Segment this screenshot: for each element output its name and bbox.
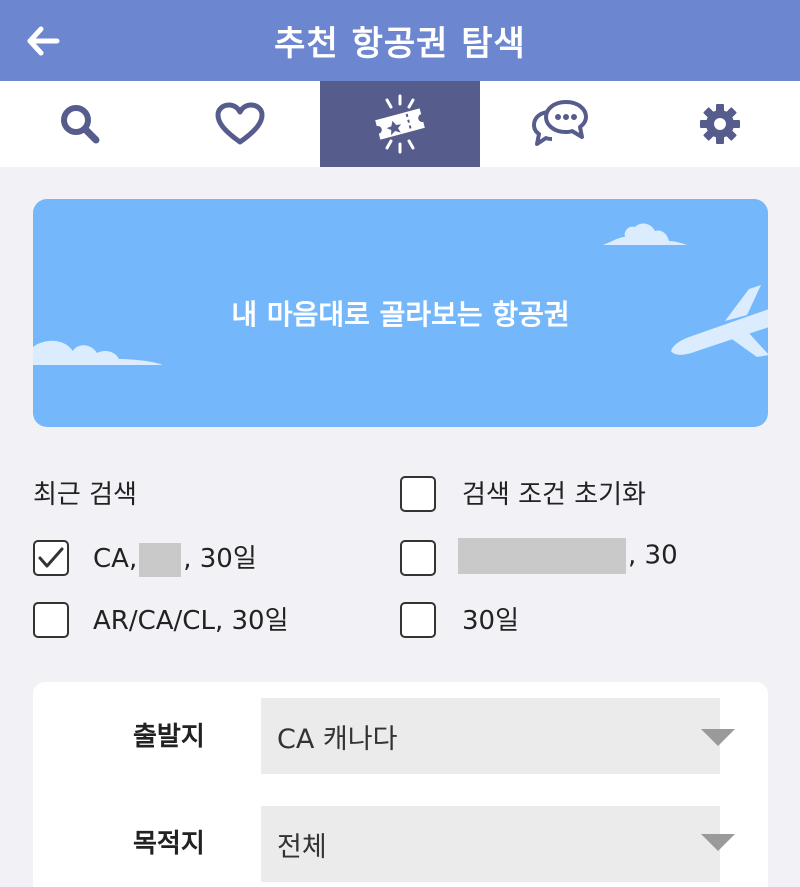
- search-icon: [61, 105, 100, 144]
- checkmark-icon: [38, 547, 64, 568]
- departure-value: CA 캐나다: [277, 723, 398, 755]
- recent-item-4-label[interactable]: 30일: [462, 600, 519, 637]
- destination-value: 전체: [277, 831, 327, 863]
- tab-favorites[interactable]: [160, 81, 320, 167]
- chevron-down-icon[interactable]: [701, 729, 735, 746]
- recent-item-1-prefix: CA,: [93, 544, 138, 574]
- tab-settings[interactable]: [640, 81, 800, 167]
- recent-search-title: 최근 검색: [33, 480, 137, 510]
- heart-icon: [215, 102, 265, 145]
- arrow-left-icon: [27, 26, 60, 56]
- departure-select[interactable]: CA 캐나다: [261, 698, 720, 774]
- destination-label: 목적지: [133, 829, 205, 859]
- tab-bar: [0, 81, 800, 167]
- recent-item-3-label[interactable]: AR/CA/CL, 30일: [93, 600, 289, 637]
- redacted-block: [139, 542, 182, 577]
- reset-conditions-label[interactable]: 검색 조건 초기화: [462, 474, 646, 511]
- recent-item-1-suffix: , 30일: [183, 544, 257, 574]
- recent-item-2-checkbox[interactable]: [400, 540, 436, 576]
- destination-select[interactable]: 전체: [261, 806, 720, 882]
- reset-conditions-checkbox[interactable]: [400, 476, 436, 512]
- recent-item-4-checkbox[interactable]: [400, 602, 436, 638]
- departure-label: 출발지: [133, 722, 205, 752]
- recent-item-3-checkbox[interactable]: [33, 602, 69, 638]
- ticket-icon: [375, 94, 425, 154]
- banner-text: 내 마음대로 골라보는 항공권: [231, 298, 570, 331]
- redacted-block: [458, 538, 626, 574]
- chat-bubbles-icon: [532, 100, 588, 146]
- recent-item-2-label[interactable]: , 30: [458, 538, 678, 574]
- recent-item-1-checkbox[interactable]: [33, 540, 69, 576]
- tab-community[interactable]: [480, 81, 640, 167]
- tab-recommend-ticket[interactable]: [320, 81, 480, 167]
- page-title: 추천 항공권 탐색: [274, 24, 526, 64]
- back-button[interactable]: [22, 20, 64, 62]
- chevron-down-icon[interactable]: [701, 834, 735, 851]
- recent-item-1-label[interactable]: CA, , 30일: [93, 538, 257, 577]
- search-form-card: 출발지 CA 캐나다 목적지 전체: [33, 682, 768, 887]
- recent-item-2-suffix: , 30: [628, 540, 678, 571]
- tab-search[interactable]: [0, 81, 160, 167]
- gear-icon: [700, 104, 740, 144]
- app-header: 추천 항공권 탐색: [0, 0, 800, 81]
- promo-banner[interactable]: 내 마음대로 골라보는 항공권: [33, 199, 768, 427]
